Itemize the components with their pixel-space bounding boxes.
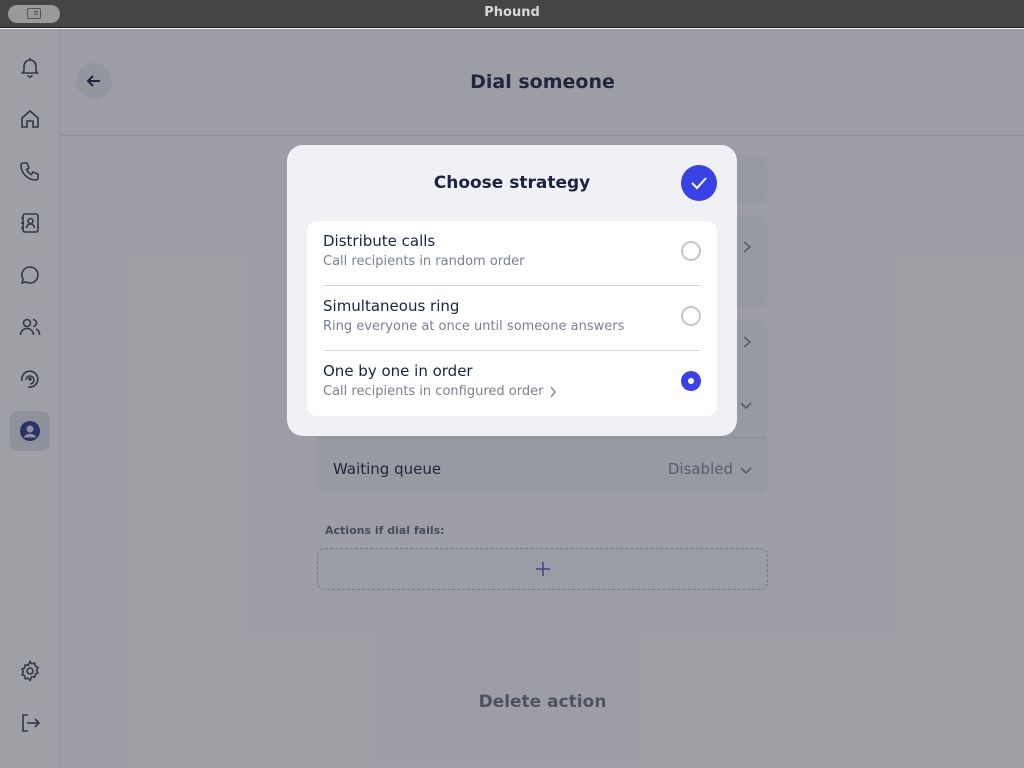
option-subtitle-text: Ring everyone at once until someone answ… [323, 319, 625, 334]
option-subtitle[interactable]: Call recipients in configured order [323, 384, 557, 399]
radio-button-selected[interactable] [681, 371, 701, 391]
dialog-title: Choose strategy [433, 173, 591, 193]
window-title: Phound [484, 5, 540, 20]
strategy-option-simultaneous[interactable]: Simultaneous ring Ring everyone at once … [307, 286, 717, 351]
option-subtitle-text: Call recipients in random order [323, 254, 525, 269]
checkmark-icon [691, 177, 707, 190]
option-title: Simultaneous ring [323, 297, 460, 315]
window-titlebar: Phound [0, 0, 1024, 28]
option-title: One by one in order [323, 362, 473, 380]
radio-button[interactable] [681, 241, 701, 261]
confirm-button[interactable] [681, 165, 717, 201]
radio-button[interactable] [681, 306, 701, 326]
choose-strategy-dialog: Choose strategy Distribute calls Call re… [287, 145, 737, 436]
option-subtitle: Call recipients in random order [323, 254, 525, 269]
strategy-options-list: Distribute calls Call recipients in rand… [307, 221, 717, 416]
strategy-option-one-by-one[interactable]: One by one in order Call recipients in c… [307, 351, 717, 416]
option-subtitle: Ring everyone at once until someone answ… [323, 319, 624, 334]
option-title: Distribute calls [323, 232, 436, 250]
strategy-option-distribute[interactable]: Distribute calls Call recipients in rand… [307, 221, 717, 286]
option-subtitle-text: Call recipients in configured order [323, 384, 544, 399]
chevron-right-icon [550, 386, 557, 397]
